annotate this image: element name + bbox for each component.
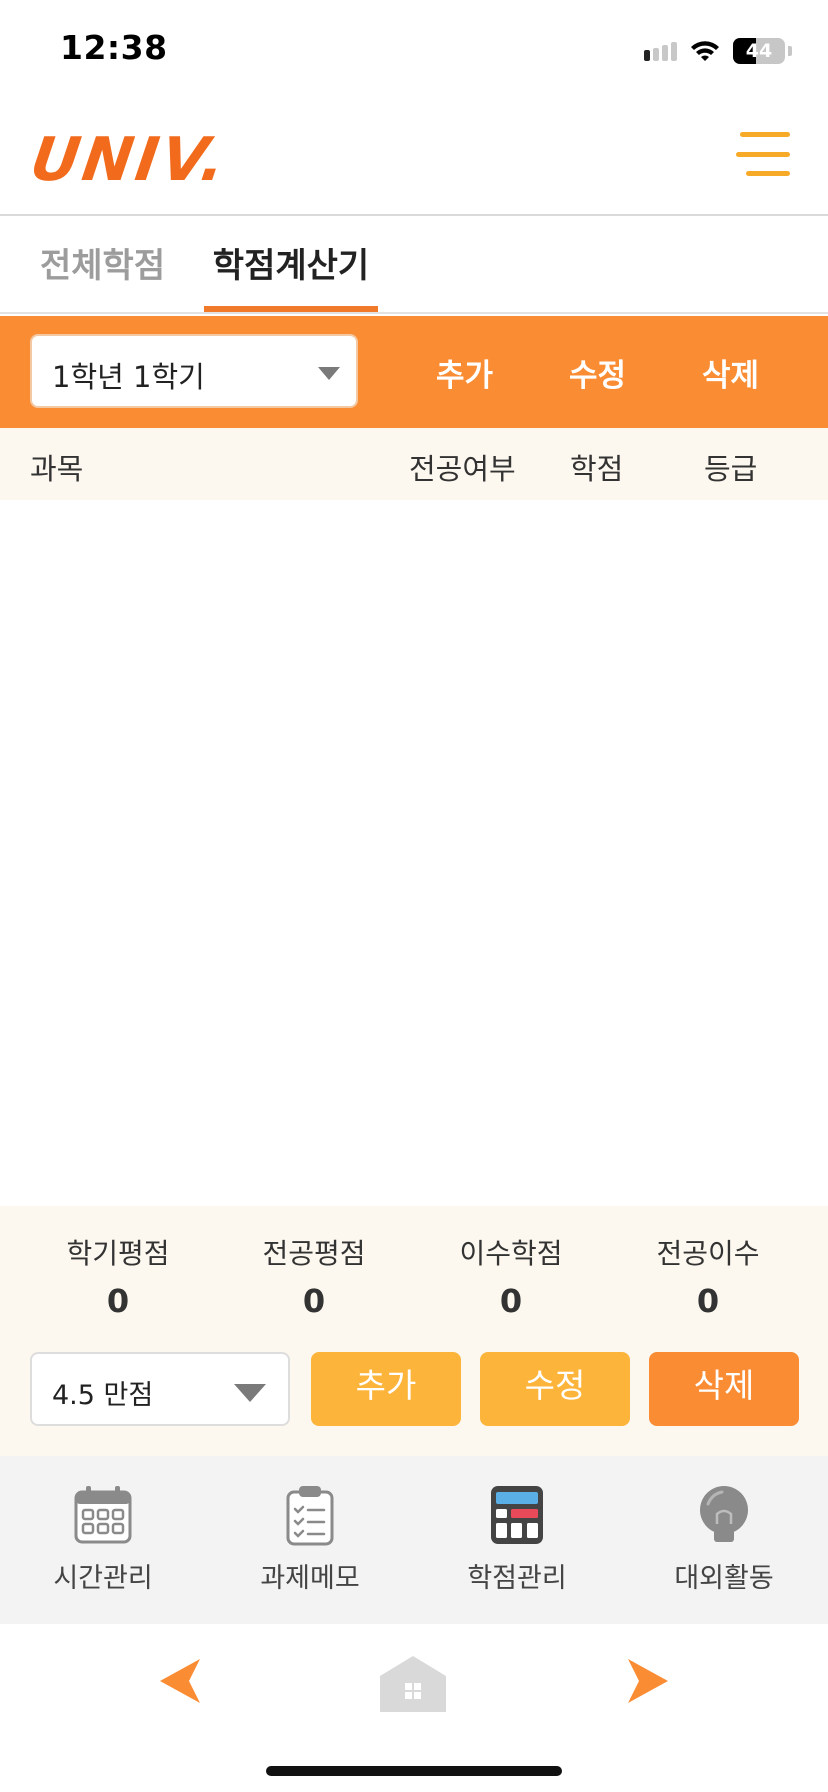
column-grade: 등급 <box>704 452 758 486</box>
stat-value: 0 <box>499 1282 523 1320</box>
semester-add-button[interactable]: 추가 <box>436 350 493 395</box>
nav-task-memo[interactable]: 과제메모 <box>220 1484 400 1595</box>
course-edit-button[interactable]: 수정 <box>480 1352 630 1426</box>
column-major: 전공여부 <box>409 452 516 486</box>
grade-summary: 학기평점 0 전공평점 0 이수학점 0 전공이수 0 4.5 만점 추가 수정… <box>0 1206 828 1456</box>
status-icons: 44 <box>644 34 792 68</box>
clipboard-icon <box>286 1486 334 1546</box>
stat-label: 전공이수 <box>656 1237 760 1270</box>
nav-label: 대외활동 <box>674 1563 774 1594</box>
semester-delete-button[interactable]: 삭제 <box>702 350 759 395</box>
logo-text: UNIV. <box>34 126 232 195</box>
chevron-down-icon <box>234 1384 266 1402</box>
stat-semester-gpa: 학기평점 0 <box>28 1232 208 1320</box>
battery-level: 44 <box>745 40 773 62</box>
course-table-body <box>0 500 828 1206</box>
stat-value: 0 <box>302 1282 326 1320</box>
tab-credit-calculator[interactable]: 학점계산기 <box>204 238 378 312</box>
column-subject: 과목 <box>30 452 84 486</box>
stat-major-gpa: 전공평점 0 <box>224 1232 404 1320</box>
battery-icon: 44 <box>733 38 785 64</box>
stat-label: 학기평점 <box>66 1237 170 1270</box>
column-credit: 학점 <box>570 452 624 486</box>
semester-select-value: 1학년 1학기 <box>52 360 205 394</box>
forward-arrow-icon[interactable] <box>626 1656 670 1706</box>
nav-grade-management[interactable]: 학점관리 <box>427 1484 607 1595</box>
course-add-button[interactable]: 추가 <box>311 1352 461 1426</box>
status-bar: 12:38 44 <box>0 0 828 100</box>
stat-value: 0 <box>106 1282 130 1320</box>
status-time: 12:38 <box>60 28 168 67</box>
semester-select[interactable]: 1학년 1학기 <box>30 334 358 408</box>
tab-total-credits[interactable]: 전체학점 <box>40 238 165 312</box>
nav-external-activities[interactable]: 대외활동 <box>634 1484 814 1595</box>
semester-toolbar: 1학년 1학기 추가 수정 삭제 <box>0 316 828 428</box>
home-icon[interactable] <box>380 1654 446 1714</box>
calculator-icon <box>491 1486 543 1544</box>
chevron-down-icon <box>318 367 340 380</box>
course-table-header: 과목 전공여부 학점 등급 <box>0 428 828 500</box>
bottom-nav: 시간관리 과제메모 학점관리 대외활동 <box>0 1456 828 1624</box>
hamburger-menu-button[interactable] <box>736 132 790 176</box>
tab-bar: 전체학점 학점계산기 <box>0 218 828 314</box>
stat-major-credits: 전공이수 0 <box>618 1232 798 1320</box>
nav-label: 시간관리 <box>53 1563 153 1594</box>
calendar-icon <box>74 1486 132 1544</box>
cellular-signal-icon <box>644 41 677 61</box>
stat-value: 0 <box>696 1282 720 1320</box>
grade-scale-value: 4.5 만점 <box>52 1380 154 1411</box>
nav-time-management[interactable]: 시간관리 <box>13 1484 193 1595</box>
browser-nav-bar <box>0 1624 828 1792</box>
course-delete-button[interactable]: 삭제 <box>649 1352 799 1426</box>
stat-label: 이수학점 <box>459 1237 563 1270</box>
stat-earned-credits: 이수학점 0 <box>421 1232 601 1320</box>
grade-scale-select[interactable]: 4.5 만점 <box>30 1352 290 1426</box>
wifi-icon <box>691 41 719 61</box>
home-indicator <box>266 1766 562 1776</box>
univ-logo[interactable]: UNIV. <box>34 126 274 196</box>
lightbulb-icon <box>700 1486 748 1542</box>
stat-label: 전공평점 <box>262 1237 366 1270</box>
nav-label: 과제메모 <box>260 1563 360 1594</box>
nav-label: 학점관리 <box>467 1563 567 1594</box>
app-header: UNIV. <box>0 100 828 216</box>
back-arrow-icon[interactable] <box>158 1656 202 1706</box>
semester-edit-button[interactable]: 수정 <box>569 350 626 395</box>
